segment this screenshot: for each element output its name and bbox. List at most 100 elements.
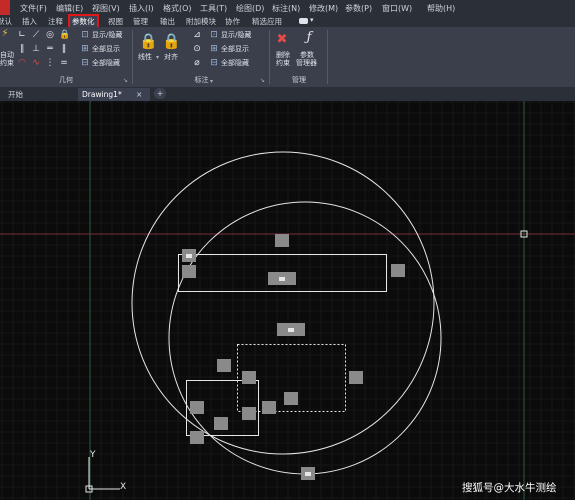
grid-lines xyxy=(0,101,575,500)
constraint-marker[interactable] xyxy=(190,431,204,444)
constraint-marker[interactable] xyxy=(182,265,196,278)
geometric-hide-all-button[interactable]: 全部隐藏 xyxy=(92,59,120,68)
tab-addins[interactable]: 附加模块 xyxy=(184,16,218,27)
dimensional-panel: 🔒 线性 ▾ 🔒 对齐 ⊿ ⊙ ⌀ ⊡ 显示/隐藏 ⊞ 全部显示 ⊟ 全部隐藏 … xyxy=(134,27,269,87)
cad-app-window: 文件(F) 编辑(E) 视图(V) 插入(I) 格式(O) 工具(T) 绘图(D… xyxy=(0,0,575,500)
menu-tools[interactable]: 工具(T) xyxy=(200,3,227,14)
constraint-marker[interactable] xyxy=(242,407,256,420)
ucs-y-label: Y xyxy=(89,450,96,460)
menu-window[interactable]: 窗口(W) xyxy=(382,3,412,14)
constraint-marker[interactable] xyxy=(349,371,363,384)
canvas-drawing-svg[interactable]: Y X xyxy=(0,101,575,500)
medium-circle[interactable] xyxy=(168,201,442,475)
linear-dropdown-icon[interactable]: ▾ xyxy=(156,54,159,61)
new-tab-plus-icon[interactable]: + xyxy=(154,88,166,99)
ribbon-toggle-icon xyxy=(299,18,308,24)
constraint-marker[interactable] xyxy=(214,417,228,430)
perpendicular-constraint-icon[interactable]: ⊥ xyxy=(31,44,41,54)
hide-all-geometric-icon: ⊟ xyxy=(81,58,89,68)
menu-parametric[interactable]: 参数(P) xyxy=(345,3,372,14)
panel-divider xyxy=(327,30,328,84)
menu-insert[interactable]: 插入(I) xyxy=(129,3,154,14)
ucs-x-label: X xyxy=(120,482,126,492)
manage-panel: ✖ 删除 约束 ƒ 参数 管理器 管理 xyxy=(271,27,327,87)
dimensional-icon-2[interactable]: ⊙ xyxy=(192,44,202,54)
tab-annotate[interactable]: 注释 xyxy=(46,16,65,27)
tab-default[interactable]: 默认 xyxy=(0,16,14,27)
auto-constrain-icon[interactable]: ⚡ xyxy=(0,29,10,39)
geometric-show-hide-button[interactable]: 显示/隐藏 xyxy=(92,31,122,40)
lock-icon xyxy=(186,254,192,258)
geometry-panel-launcher-icon[interactable]: ↘ xyxy=(123,77,128,84)
smooth-constraint-icon[interactable]: ∿ xyxy=(31,58,41,68)
collinear-constraint-icon[interactable]: ⟋ xyxy=(31,30,41,40)
tab-manage[interactable]: 管理 xyxy=(131,16,150,27)
ribbon-panel: ⚡ 自动 约束 ∟ ⟋ ◎ 🔒 ∥ ⊥ ═ ‖ ◠ ∿ ⋮ = ⊡ 显示/隐藏 … xyxy=(0,27,575,87)
delete-constraints-icon[interactable]: ✖ xyxy=(274,32,290,48)
dimensional-hide-all-button[interactable]: 全部隐藏 xyxy=(221,59,249,68)
drawing-canvas[interactable]: Y X 搜狐号@大水牛测绘 xyxy=(0,101,575,500)
tab-output[interactable]: 输出 xyxy=(158,16,177,27)
manage-panel-title: 管理 xyxy=(292,76,306,84)
dimensional-panel-launcher-icon[interactable]: ↘ xyxy=(260,77,265,84)
menu-format[interactable]: 格式(O) xyxy=(163,3,192,14)
dimensional-icon-1[interactable]: ⊿ xyxy=(192,30,202,40)
delete-constraints-label-2[interactable]: 约束 xyxy=(276,59,290,68)
constraint-marker[interactable] xyxy=(262,401,276,414)
menu-bar: 文件(F) 编辑(E) 视图(V) 插入(I) 格式(O) 工具(T) 绘图(D… xyxy=(0,0,575,15)
geometry-panel: ⚡ 自动 约束 ∟ ⟋ ◎ 🔒 ∥ ⊥ ═ ‖ ◠ ∿ ⋮ = ⊡ 显示/隐藏 … xyxy=(0,27,132,87)
menu-view[interactable]: 视图(V) xyxy=(92,3,120,14)
symmetric-constraint-icon[interactable]: ⋮ xyxy=(45,58,55,68)
tab-view[interactable]: 视图 xyxy=(106,16,125,27)
app-logo-icon[interactable] xyxy=(0,0,10,15)
tangent-constraint-icon[interactable]: ◠ xyxy=(17,58,27,68)
tab-insert[interactable]: 插入 xyxy=(20,16,39,27)
parameters-manager-label-2[interactable]: 管理器 xyxy=(296,59,317,68)
panel-divider xyxy=(269,30,270,84)
parameters-manager-icon[interactable]: ƒ xyxy=(301,30,317,46)
constraint-marker[interactable] xyxy=(391,264,405,277)
concentric-constraint-icon[interactable]: ◎ xyxy=(45,30,55,40)
dimensional-panel-dropdown-icon[interactable]: ▾ xyxy=(210,78,213,85)
large-circle[interactable] xyxy=(131,151,435,455)
equal-constraint-icon[interactable]: = xyxy=(59,58,69,68)
tab-parametric[interactable]: 参数化 xyxy=(68,14,99,29)
coincident-constraint-icon[interactable]: ∟ xyxy=(17,30,27,40)
show-hide-geometric-icon: ⊡ xyxy=(81,30,89,40)
menu-help[interactable]: 帮助(H) xyxy=(427,3,455,14)
aligned-dimension-icon[interactable]: 🔒 xyxy=(162,33,181,49)
parallel-constraint-icon[interactable]: ∥ xyxy=(17,44,27,54)
constraint-marker[interactable] xyxy=(217,359,231,372)
constraint-marker[interactable] xyxy=(275,234,289,247)
hide-all-dimensional-icon: ⊟ xyxy=(210,58,218,68)
constraint-marker[interactable] xyxy=(190,401,204,414)
fix-constraint-icon[interactable]: 🔒 xyxy=(59,30,70,40)
constraint-marker[interactable] xyxy=(284,392,298,405)
linear-dimension-icon[interactable]: 🔒 xyxy=(139,33,158,49)
tab-featured-apps[interactable]: 精选应用 xyxy=(250,16,284,27)
horizontal-constraint-icon[interactable]: ═ xyxy=(45,44,55,54)
tab-collaborate[interactable]: 协作 xyxy=(223,16,242,27)
menu-modify[interactable]: 修改(M) xyxy=(309,3,338,14)
vertical-constraint-icon[interactable]: ‖ xyxy=(59,44,69,54)
menu-dimension[interactable]: 标注(N) xyxy=(272,3,300,14)
menu-draw[interactable]: 绘图(D) xyxy=(236,3,264,14)
aligned-label[interactable]: 对齐 xyxy=(164,53,178,62)
constraint-marker[interactable] xyxy=(242,371,256,384)
geometry-panel-title: 几何 xyxy=(59,76,73,84)
close-icon[interactable]: × xyxy=(136,88,142,101)
show-all-dimensional-icon: ⊞ xyxy=(210,44,218,54)
dimensional-icon-3[interactable]: ⌀ xyxy=(192,58,202,68)
dimensional-show-all-button[interactable]: 全部显示 xyxy=(221,45,249,54)
lock-icon xyxy=(288,328,294,332)
lock-icon xyxy=(305,472,311,476)
menu-file[interactable]: 文件(F) xyxy=(20,3,47,14)
geometric-show-all-button[interactable]: 全部显示 xyxy=(92,45,120,54)
dimensional-show-hide-button[interactable]: 显示/隐藏 xyxy=(221,31,251,40)
menu-edit[interactable]: 编辑(E) xyxy=(56,3,83,14)
panel-divider xyxy=(132,30,133,84)
doc-tab-start[interactable]: 开始 xyxy=(8,88,23,101)
ribbon-display-toggle[interactable]: ▾ xyxy=(299,16,317,25)
linear-label[interactable]: 线性 xyxy=(138,53,152,62)
dimensional-panel-title: 标注 xyxy=(194,76,209,84)
